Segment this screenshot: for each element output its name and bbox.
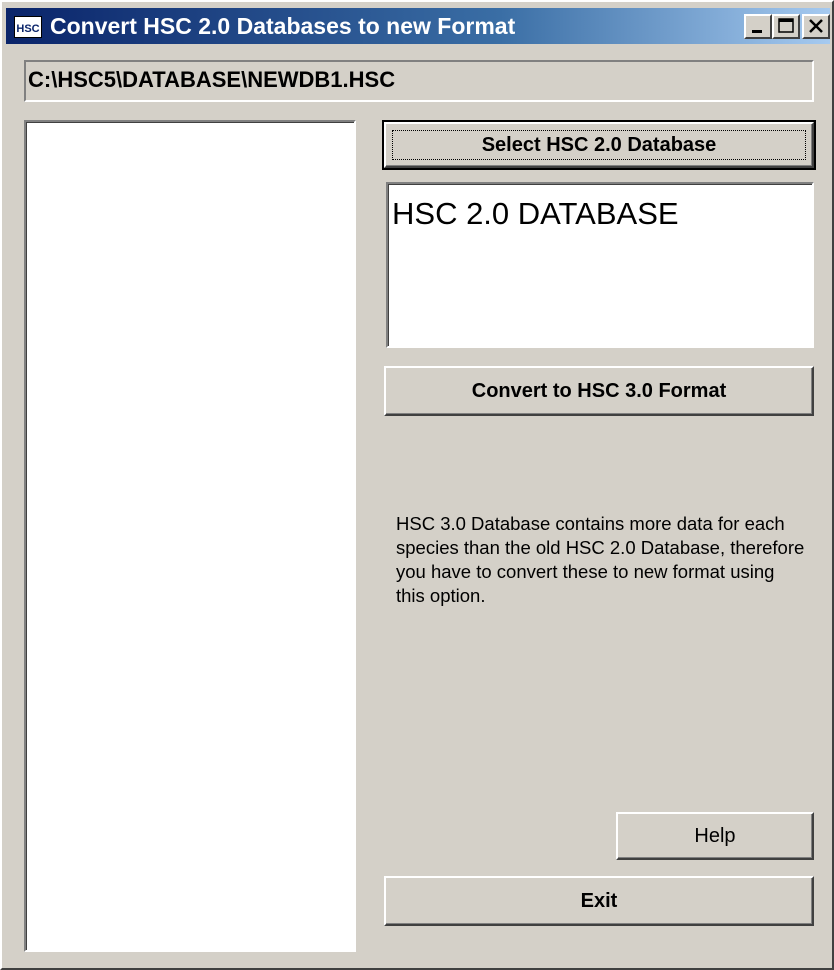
window-title: Convert HSC 2.0 Databases to new Format <box>50 13 516 39</box>
close-button[interactable] <box>802 14 830 39</box>
convert-dialog-window: HSC Convert HSC 2.0 Databases to new For… <box>0 0 834 970</box>
svg-text:HSC: HSC <box>16 23 39 35</box>
help-button[interactable]: Help <box>616 812 814 860</box>
exit-label: Exit <box>580 890 618 912</box>
hsc-logo-icon: HSC <box>15 17 41 37</box>
minimize-button[interactable] <box>744 14 772 39</box>
info-description: HSC 3.0 Database contains more data for … <box>396 513 805 606</box>
exit-button[interactable]: Exit <box>384 876 814 926</box>
select-database-button[interactable]: Select HSC 2.0 Database <box>382 120 816 170</box>
database-path-field: C:\HSC5\DATABASE\NEWDB1.HSC <box>24 60 814 102</box>
minimize-icon <box>752 30 762 33</box>
convert-button[interactable]: Convert to HSC 3.0 Format <box>384 366 814 416</box>
title-bar[interactable]: HSC Convert HSC 2.0 Databases to new For… <box>6 8 830 44</box>
focus-rectangle <box>392 130 806 160</box>
help-label: Help <box>694 825 736 847</box>
maximize-icon <box>778 18 794 33</box>
maximize-button[interactable] <box>772 14 800 39</box>
close-icon <box>809 19 823 33</box>
database-name-display[interactable]: HSC 2.0 DATABASE <box>386 182 814 348</box>
file-list-box[interactable] <box>24 120 356 952</box>
hsc-app-icon[interactable]: HSC <box>14 16 42 38</box>
convert-label: Convert to HSC 3.0 Format <box>471 380 727 402</box>
